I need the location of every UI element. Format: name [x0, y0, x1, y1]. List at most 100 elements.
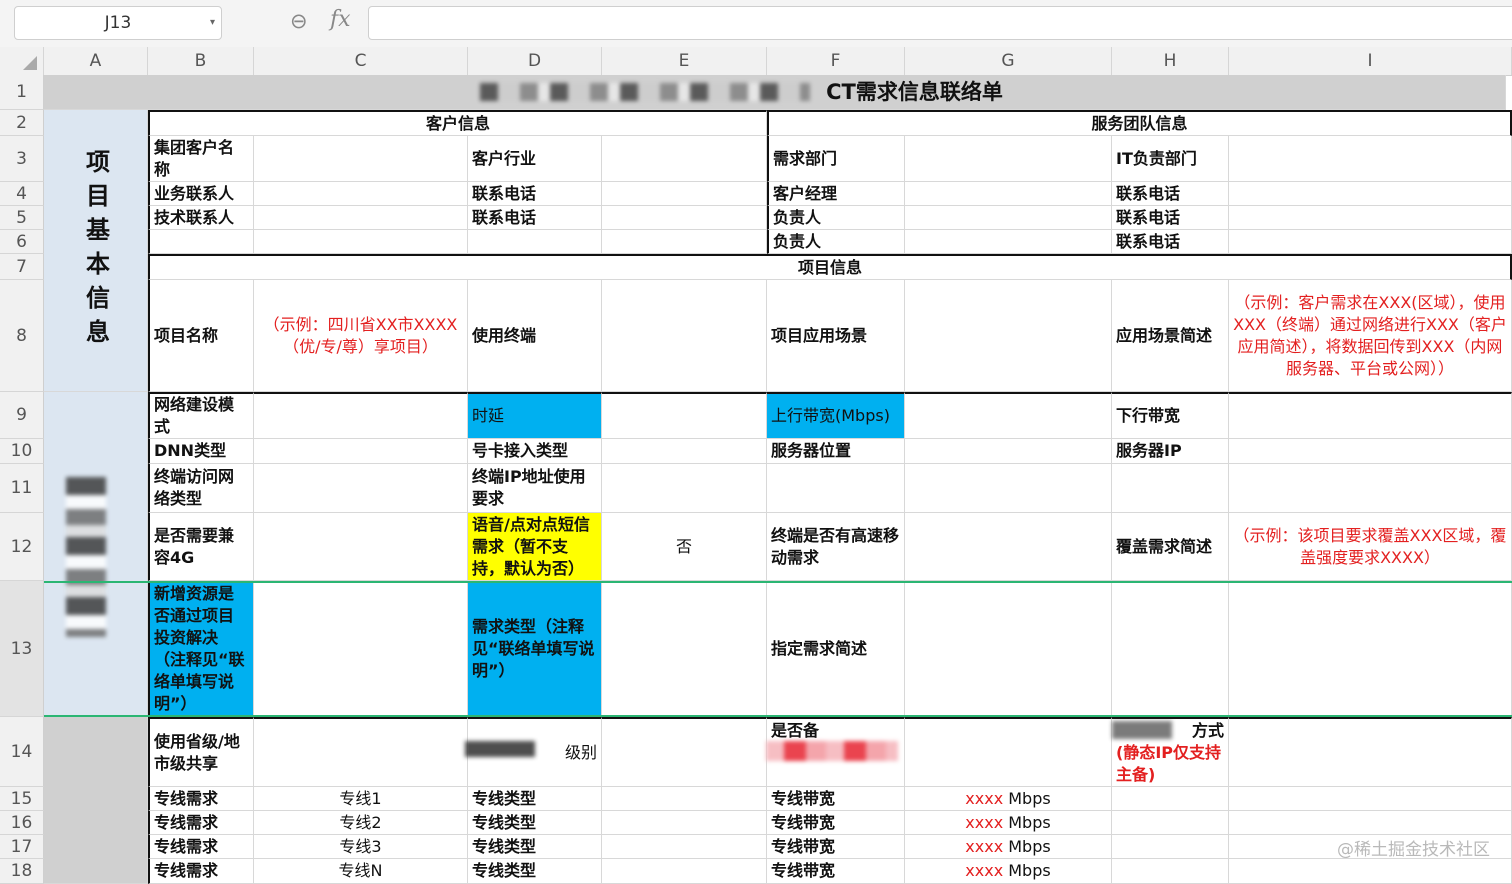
cell-i15[interactable]	[1229, 787, 1512, 811]
cell-e4[interactable]	[602, 182, 767, 206]
cell-e5[interactable]	[602, 206, 767, 230]
cell-h4[interactable]: 联系电话	[1112, 182, 1229, 206]
cell-c5[interactable]	[254, 206, 468, 230]
cell-d12[interactable]: 语音/点对点短信需求（暂不支持，默认为否）	[468, 513, 602, 581]
cell-h13[interactable]	[1112, 581, 1229, 717]
cell-c8[interactable]: （示例：四川省XX市XXXX（优/专/尊）享项目）	[254, 280, 468, 392]
row-header[interactable]: 11	[0, 464, 44, 513]
row-header[interactable]: 13	[0, 581, 44, 717]
cell-c15[interactable]: 专线1	[254, 787, 468, 811]
cell-b4[interactable]: 业务联系人	[148, 182, 254, 206]
column-header[interactable]: I	[1229, 47, 1512, 75]
cell-b12[interactable]: 是否需要兼容4G	[148, 513, 254, 581]
cell-d5[interactable]: 联系电话	[468, 206, 602, 230]
row-header[interactable]: 12	[0, 513, 44, 581]
row-header[interactable]: 9	[0, 392, 44, 439]
cell-e11[interactable]	[602, 464, 767, 513]
cell-g5[interactable]	[905, 206, 1112, 230]
cell-h3[interactable]: IT负责部门	[1112, 136, 1229, 182]
cell-b11[interactable]: 终端访问网络类型	[148, 464, 254, 513]
cell-g11[interactable]	[905, 464, 1112, 513]
name-box[interactable]: J13 ▾	[14, 6, 222, 40]
cell-b6[interactable]	[148, 230, 254, 254]
cell-e6[interactable]	[602, 230, 767, 254]
row-header[interactable]: 5	[0, 206, 44, 230]
cell-e13[interactable]	[602, 581, 767, 717]
cell-h8[interactable]: 应用场景简述	[1112, 280, 1229, 392]
cell-h18[interactable]	[1112, 859, 1229, 884]
cell-g13[interactable]	[905, 581, 1112, 717]
cell-d10[interactable]: 号卡接入类型	[468, 439, 602, 464]
cell-e17[interactable]	[602, 835, 767, 859]
cell-e12[interactable]: 否	[602, 513, 767, 581]
cell-b16[interactable]: 专线需求	[148, 811, 254, 835]
cell-f6[interactable]: 负责人	[767, 230, 905, 254]
cell-c17[interactable]: 专线3	[254, 835, 468, 859]
row-header[interactable]: 16	[0, 811, 44, 835]
cell-g6[interactable]	[905, 230, 1112, 254]
cell-i11[interactable]	[1229, 464, 1512, 513]
column-header[interactable]: H	[1112, 47, 1229, 75]
cell-b9[interactable]: 网络建设模式	[148, 392, 254, 439]
column-header[interactable]: C	[254, 47, 468, 75]
cell-g9[interactable]	[905, 392, 1112, 439]
cell-i12[interactable]: （示例：该项目要求覆盖XXX区域，覆盖强度要求XXXX）	[1229, 513, 1512, 581]
cell-e18[interactable]	[602, 859, 767, 884]
cell-c18[interactable]: 专线N	[254, 859, 468, 884]
cell-d15[interactable]: 专线类型	[468, 787, 602, 811]
cell-c10[interactable]	[254, 439, 468, 464]
cell-h15[interactable]	[1112, 787, 1229, 811]
project-info-header[interactable]: 项目信息	[148, 254, 1512, 280]
cell-f4[interactable]: 客户经理	[767, 182, 905, 206]
cell-c13[interactable]	[254, 581, 468, 717]
cell-f3[interactable]: 需求部门	[767, 136, 905, 182]
cell-b8[interactable]: 项目名称	[148, 280, 254, 392]
cell-g4[interactable]	[905, 182, 1112, 206]
cell-b14[interactable]: 使用省级/地市级共享	[148, 717, 254, 787]
cell-f13[interactable]: 指定需求简述	[767, 581, 905, 717]
zoom-icon[interactable]: ⊖	[290, 9, 308, 33]
cell-e9[interactable]	[602, 392, 767, 439]
cell-f16[interactable]: 专线带宽	[767, 811, 905, 835]
cell-f10[interactable]: 服务器位置	[767, 439, 905, 464]
row-header[interactable]: 6	[0, 230, 44, 254]
row-header[interactable]: 4	[0, 182, 44, 206]
cell-i16[interactable]	[1229, 811, 1512, 835]
formula-input[interactable]	[368, 6, 1512, 40]
cell-c16[interactable]: 专线2	[254, 811, 468, 835]
cell-b13[interactable]: 新增资源是否通过项目投资解决（注释见“联络单填写说明”）	[148, 581, 254, 717]
cell-d18[interactable]: 专线类型	[468, 859, 602, 884]
section-line-info[interactable]	[44, 717, 148, 884]
row-header[interactable]: 7	[0, 254, 44, 280]
cell-d13[interactable]: 需求类型（注释见“联络单填写说明”）	[468, 581, 602, 717]
cell-e3[interactable]	[602, 136, 767, 182]
cell-b3[interactable]: 集团客户名称	[148, 136, 254, 182]
cell-h17[interactable]	[1112, 835, 1229, 859]
row-header[interactable]: 2	[0, 110, 44, 136]
cell-c3[interactable]	[254, 136, 468, 182]
cell-i5[interactable]	[1229, 206, 1512, 230]
cell-i8[interactable]: （示例：客户需求在XXX(区域），使用XXX（终端）通过网络进行XXX（客户应用…	[1229, 280, 1512, 392]
cell-d17[interactable]: 专线类型	[468, 835, 602, 859]
column-header[interactable]: E	[602, 47, 767, 75]
cell-f9[interactable]: 上行带宽(Mbps)	[767, 392, 905, 439]
cell-i10[interactable]	[1229, 439, 1512, 464]
row-header[interactable]: 18	[0, 859, 44, 884]
cell-d3[interactable]: 客户行业	[468, 136, 602, 182]
column-header[interactable]: A	[44, 47, 148, 75]
section-basic-info[interactable]: 项目基本信息	[44, 110, 148, 392]
row-header[interactable]: 8	[0, 280, 44, 392]
cell-f11[interactable]	[767, 464, 905, 513]
cell-i6[interactable]	[1229, 230, 1512, 254]
cell-h10[interactable]: 服务器IP	[1112, 439, 1229, 464]
cell-e16[interactable]	[602, 811, 767, 835]
cell-b5[interactable]: 技术联系人	[148, 206, 254, 230]
column-header[interactable]: F	[767, 47, 905, 75]
cell-f18[interactable]: 专线带宽	[767, 859, 905, 884]
cell-g16[interactable]: xxxx Mbps	[905, 811, 1112, 835]
cell-e10[interactable]	[602, 439, 767, 464]
row-header[interactable]: 10	[0, 439, 44, 464]
cell-h11[interactable]	[1112, 464, 1229, 513]
cell-i14[interactable]	[1229, 717, 1512, 787]
cell-c4[interactable]	[254, 182, 468, 206]
